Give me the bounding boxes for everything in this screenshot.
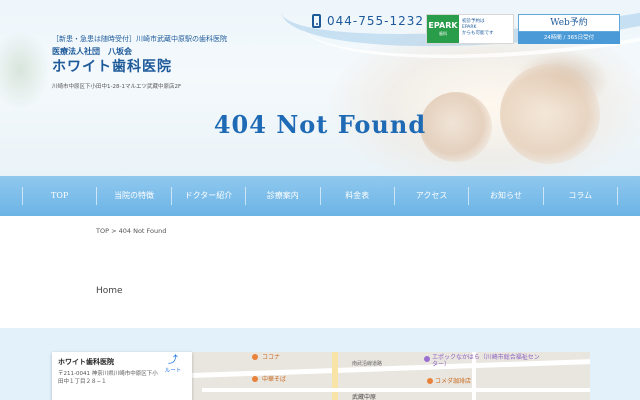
phone-icon	[312, 14, 321, 28]
map-label-komeda: コメダ珈琲店	[435, 378, 472, 385]
header-address: 川崎市中原区下小田中1-28-1マルエツ武蔵中原店2F	[52, 84, 182, 90]
map-route-button[interactable]: ⤴ ルート	[160, 355, 186, 375]
directions-icon: ⤴	[168, 355, 178, 366]
epark-banner[interactable]: EPARK 歯科 初診予約は EPARK からも可能です	[426, 14, 514, 44]
nav-item-features[interactable]: 当院の特徴	[96, 187, 170, 205]
map-pin-icon	[252, 354, 258, 360]
map-pin-icon	[252, 376, 258, 382]
map-label-chinese: 中華そば	[262, 376, 287, 383]
nav-item-treatment[interactable]: 診療案内	[245, 187, 319, 205]
epark-logo: EPARK 歯科	[427, 15, 459, 43]
main-nav: TOP 当院の特徴 ドクター紹介 診療案内 料金表 アクセス お知らせ コラム	[0, 176, 640, 216]
map-pin-icon	[424, 356, 430, 362]
map-road	[202, 388, 590, 392]
epark-badge-sub: 歯科	[439, 31, 447, 36]
map-label-musashi: 武蔵中原	[352, 394, 377, 400]
map-label-road: 南武沿線道路	[352, 361, 383, 367]
nav-item-doctor[interactable]: ドクター紹介	[170, 187, 245, 205]
map-info-card: ホワイト歯科医院 〒211-0041 神奈川県川崎市中原区下小田中１丁目２８−１…	[52, 352, 192, 400]
map-label-epochs: エポックなかはら（川崎市総合福祉センター）	[432, 354, 540, 369]
header-tagline: ［新患・急患は随時受付］川崎市武蔵中原駅の歯科医院	[52, 35, 227, 43]
home-link[interactable]: Home	[96, 286, 123, 296]
nav-item-pricing[interactable]: 料金表	[319, 187, 394, 205]
web-reservation[interactable]: Web予約 24時間 / 365日受付	[518, 14, 620, 44]
map-main-road	[332, 352, 338, 400]
epark-line3: からも可能です	[462, 31, 494, 37]
epark-badge-text: EPARK	[428, 21, 458, 30]
phone-number: 044-755-1232	[327, 14, 425, 28]
breadcrumb: TOP > 404 Not Found	[96, 227, 166, 235]
map-label-coconut: ココナ	[262, 354, 281, 361]
breadcrumb-current: 404 Not Found	[118, 227, 167, 235]
hero-banner: ［新患・急患は随時受付］川崎市武蔵中原駅の歯科医院 医療法人社団 八坂会 ホワイ…	[0, 0, 640, 176]
map-route-label: ルート	[164, 368, 182, 374]
clinic-logo[interactable]: ホワイト歯科医院	[52, 56, 172, 76]
epark-description: 初診予約は EPARK からも可能です	[459, 15, 513, 43]
nav-item-column[interactable]: コラム	[542, 187, 618, 205]
web-reservation-hours: 24時間 / 365日受付	[518, 32, 620, 44]
nav-item-top[interactable]: TOP	[22, 187, 96, 205]
nav-item-news[interactable]: お知らせ	[468, 187, 542, 205]
map-info-address: 〒211-0041 神奈川県川崎市中原区下小田中１丁目２８−１	[58, 371, 158, 385]
web-reservation-button[interactable]: Web予約	[518, 14, 620, 32]
breadcrumb-home-link[interactable]: TOP	[96, 227, 109, 235]
page-title: 404 Not Found	[213, 110, 427, 139]
map-pin-icon	[427, 378, 433, 384]
phone-contact[interactable]: 044-755-1232	[312, 14, 424, 28]
nav-item-access[interactable]: アクセス	[393, 187, 468, 205]
breadcrumb-separator: >	[109, 227, 119, 235]
leaf-decoration	[0, 30, 50, 110]
